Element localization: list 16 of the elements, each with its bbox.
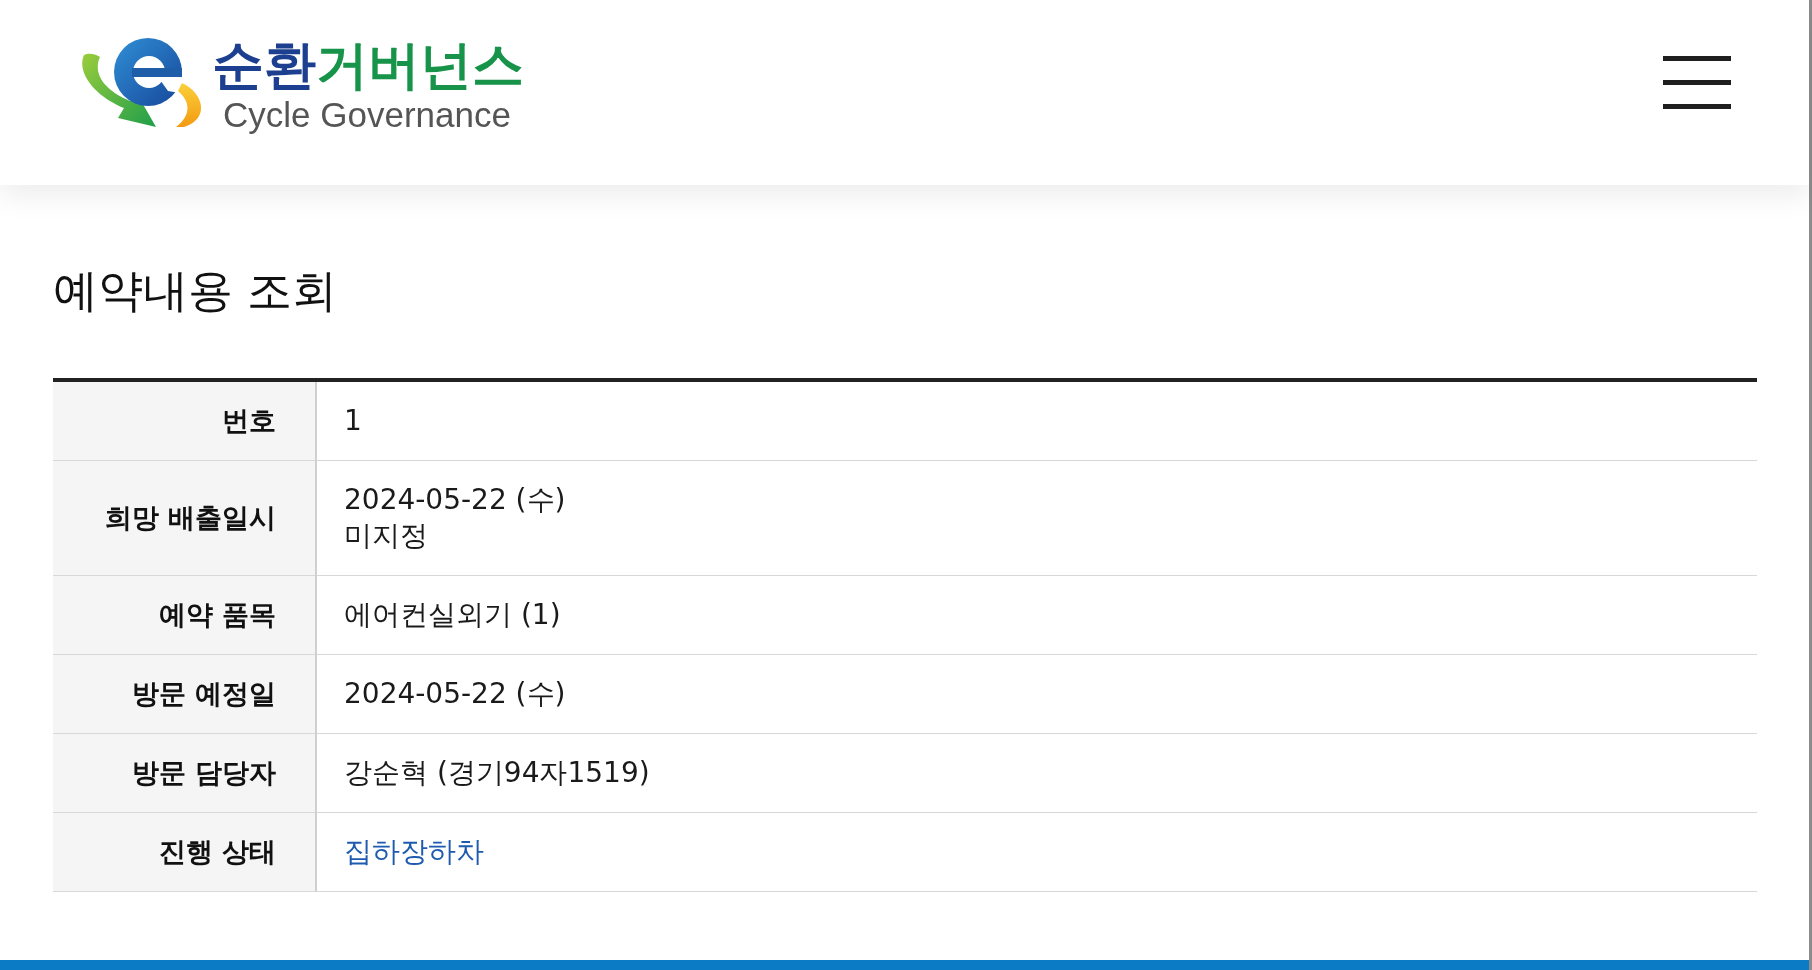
row-label: 예약 품목: [53, 575, 316, 655]
row-label: 번호: [53, 380, 316, 461]
logo-subtitle[interactable]: Cycle Governance: [223, 95, 511, 135]
table-cell: 에어컨실외기 (1): [316, 575, 1757, 655]
table-cell: 2024-05-22 (수) 미지정: [316, 460, 1757, 576]
menu-icon[interactable]: [1663, 56, 1731, 109]
row-label: 진행 상태: [53, 812, 316, 892]
status-cell: 집하장하차: [316, 812, 1757, 892]
logo-title[interactable]: 순환거버넌스: [212, 35, 524, 95]
row-label: 희망 배출일시: [53, 460, 316, 576]
page-title: 예약내용 조회: [53, 263, 339, 319]
table-cell: 2024-05-22 (수): [316, 654, 1757, 734]
table-cell: 강순혁 (경기94자1519): [316, 733, 1757, 813]
row-label: 방문 담당자: [53, 733, 316, 813]
row-label: 방문 예정일: [53, 654, 316, 734]
table-cell: 1: [316, 380, 1757, 461]
